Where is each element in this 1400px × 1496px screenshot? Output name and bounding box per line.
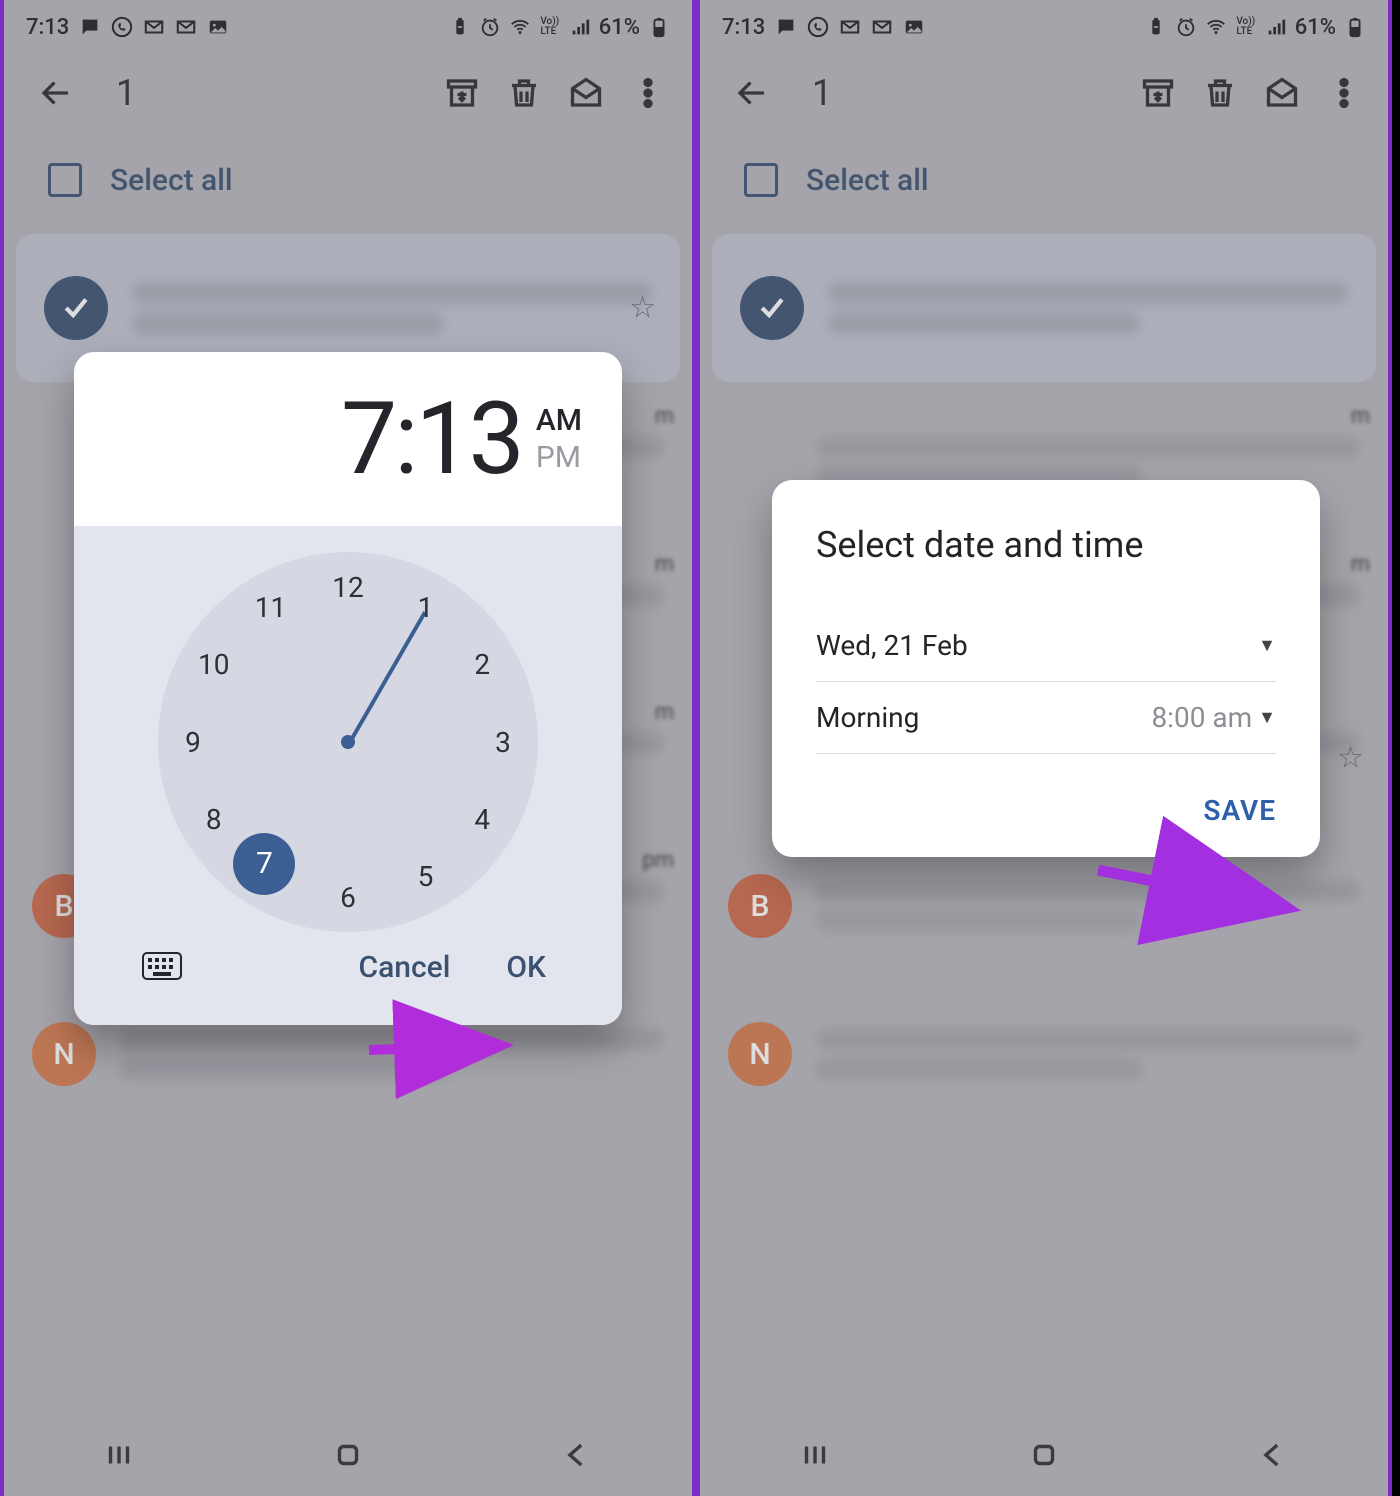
left-phone: 7:13 Vo))LTE 61% 1 Select all xyxy=(0,0,696,1496)
battery-saver-icon xyxy=(449,16,471,38)
mail-icon xyxy=(839,16,861,38)
selection-toolbar: 1 xyxy=(4,54,692,132)
clock-number[interactable]: 6 xyxy=(326,875,370,919)
image-icon xyxy=(903,16,925,38)
clock-number[interactable] xyxy=(249,854,293,898)
recents-icon[interactable] xyxy=(97,1433,141,1477)
mail-icon xyxy=(175,16,197,38)
home-icon[interactable] xyxy=(326,1433,370,1477)
list-item[interactable]: N xyxy=(700,980,1388,1128)
time-display: 7:13 AM PM xyxy=(74,352,622,526)
mail-icon xyxy=(143,16,165,38)
clock-face[interactable]: 7 12123456891011 xyxy=(158,552,538,932)
alarm-icon xyxy=(479,16,501,38)
clock-number[interactable]: 12 xyxy=(326,565,370,609)
more-icon[interactable] xyxy=(1320,69,1368,117)
volte-icon: Vo))LTE xyxy=(539,16,561,38)
list-item[interactable] xyxy=(712,234,1376,382)
battery-saver-icon xyxy=(1145,16,1167,38)
status-time: 7:13 xyxy=(26,15,69,40)
minute-value[interactable]: 13 xyxy=(415,381,521,498)
selection-count: 1 xyxy=(116,72,424,114)
mark-read-icon[interactable] xyxy=(562,69,610,117)
back-icon[interactable] xyxy=(555,1433,599,1477)
select-all-label: Select all xyxy=(110,163,233,198)
battery-percent: 61% xyxy=(1295,15,1336,40)
star-icon[interactable]: ☆ xyxy=(629,291,656,326)
selected-check-icon xyxy=(740,276,804,340)
status-time: 7:13 xyxy=(722,15,765,40)
time-value: 8:00 am xyxy=(1151,701,1252,734)
battery-percent: 61% xyxy=(599,15,640,40)
back-icon[interactable] xyxy=(1251,1433,1295,1477)
clock-number[interactable]: 9 xyxy=(171,720,215,764)
whatsapp-icon xyxy=(807,16,829,38)
mail-icon xyxy=(871,16,893,38)
wifi-icon xyxy=(509,16,531,38)
alarm-icon xyxy=(1175,16,1197,38)
delete-icon[interactable] xyxy=(500,69,548,117)
archive-icon[interactable] xyxy=(438,69,486,117)
time-row[interactable]: Morning 8:00 am ▼ xyxy=(816,682,1276,754)
date-label: Wed, 21 Feb xyxy=(816,629,968,662)
back-icon[interactable] xyxy=(728,69,776,117)
avatar: N xyxy=(728,1022,792,1086)
selection-count: 1 xyxy=(812,72,1120,114)
home-icon[interactable] xyxy=(1022,1433,1066,1477)
select-all-row[interactable]: Select all xyxy=(4,132,692,228)
select-all-checkbox[interactable] xyxy=(48,163,82,197)
caret-down-icon: ▼ xyxy=(1258,635,1276,656)
avatar: N xyxy=(32,1022,96,1086)
chat-icon xyxy=(775,16,797,38)
signal-icon xyxy=(569,16,591,38)
clock-number[interactable]: 4 xyxy=(460,798,504,842)
battery-icon xyxy=(1344,16,1366,38)
am-toggle[interactable]: AM xyxy=(536,403,582,438)
recents-icon[interactable] xyxy=(793,1433,837,1477)
battery-icon xyxy=(648,16,670,38)
clock-number[interactable]: 8 xyxy=(192,798,236,842)
volte-icon: Vo))LTE xyxy=(1235,16,1257,38)
caret-down-icon: ▼ xyxy=(1258,707,1276,728)
wifi-icon xyxy=(1205,16,1227,38)
statusbar: 7:13 Vo))LTE 61% xyxy=(4,0,692,54)
dialog-title: Select date and time xyxy=(816,524,1276,566)
selected-check-icon xyxy=(44,276,108,340)
avatar: B xyxy=(728,874,792,938)
time-picker-dialog: 7:13 AM PM 7 12 12 3 456 8 9 10 11 Cancel OK xyxy=(74,352,622,1025)
image-icon xyxy=(207,16,229,38)
clock-number[interactable]: 2 xyxy=(460,643,504,687)
selection-toolbar: 1 xyxy=(700,54,1388,132)
more-icon[interactable] xyxy=(624,69,672,117)
signal-icon xyxy=(1265,16,1287,38)
select-all-checkbox[interactable] xyxy=(744,163,778,197)
datetime-dialog: Select date and time Wed, 21 Feb ▼ Morni… xyxy=(772,480,1320,857)
android-navbar xyxy=(700,1414,1388,1496)
clock-number[interactable]: 5 xyxy=(404,854,448,898)
clock-number[interactable]: 1 xyxy=(404,586,448,630)
delete-icon[interactable] xyxy=(1196,69,1244,117)
keyboard-icon[interactable] xyxy=(142,952,182,984)
archive-icon[interactable] xyxy=(1134,69,1182,117)
clock-number[interactable]: 10 xyxy=(192,643,236,687)
cancel-button[interactable]: Cancel xyxy=(359,950,451,985)
pm-toggle[interactable]: PM xyxy=(536,440,582,475)
statusbar: 7:13 Vo))LTE 61% xyxy=(700,0,1388,54)
save-button[interactable]: SAVE xyxy=(1203,794,1276,827)
ok-button[interactable]: OK xyxy=(506,950,546,985)
back-icon[interactable] xyxy=(32,69,80,117)
clock-number[interactable]: 3 xyxy=(481,720,525,764)
select-all-row[interactable]: Select all xyxy=(700,132,1388,228)
android-navbar xyxy=(4,1414,692,1496)
star-icon[interactable]: ☆ xyxy=(1337,741,1364,776)
right-phone: 7:13 Vo))LTE 61% 1 Select all xyxy=(696,0,1392,1496)
time-period-label: Morning xyxy=(816,701,919,734)
date-row[interactable]: Wed, 21 Feb ▼ xyxy=(816,610,1276,682)
chat-icon xyxy=(79,16,101,38)
clock-number[interactable]: 11 xyxy=(249,586,293,630)
whatsapp-icon xyxy=(111,16,133,38)
hour-value[interactable]: 7 xyxy=(341,381,394,498)
mark-read-icon[interactable] xyxy=(1258,69,1306,117)
select-all-label: Select all xyxy=(806,163,929,198)
